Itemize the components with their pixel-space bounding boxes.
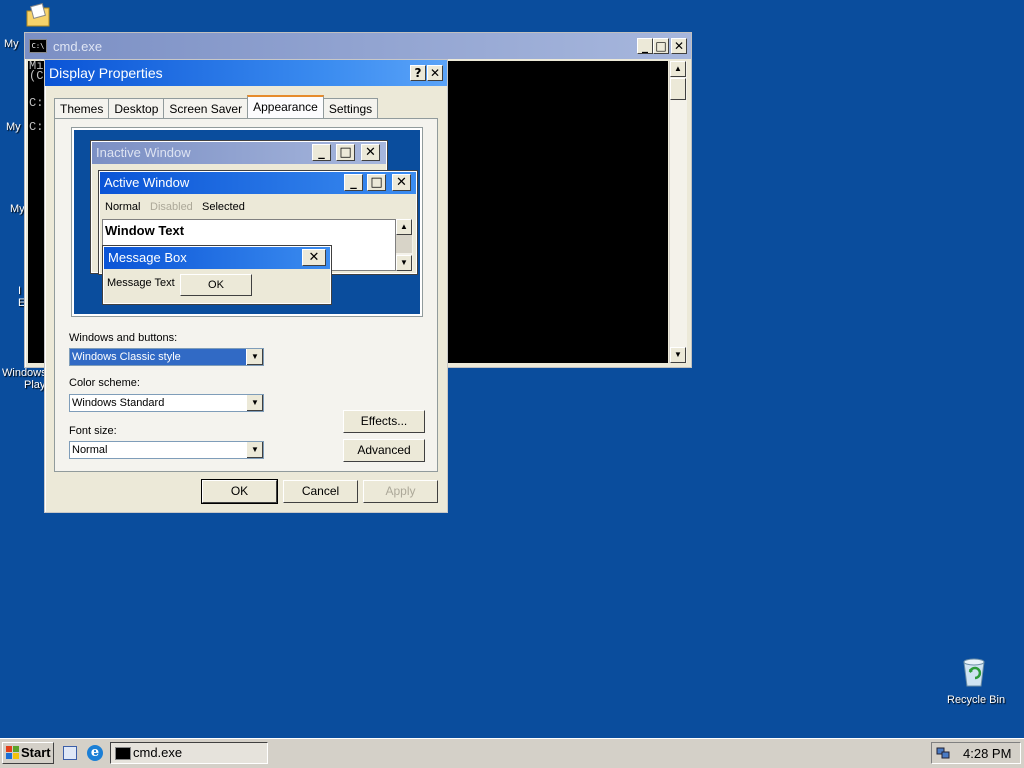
tab-settings[interactable]: Settings (322, 98, 379, 118)
desktop-icon-label[interactable]: My (4, 38, 19, 50)
tab-desktop[interactable]: Desktop (108, 98, 165, 118)
advanced-button[interactable]: Advanced (343, 439, 425, 462)
maximize-icon: □ (336, 144, 355, 161)
network-icon[interactable] (936, 746, 950, 760)
minimize-icon: _ (344, 174, 363, 191)
color-scheme-value: Windows Standard (72, 397, 165, 409)
cmd-title: cmd.exe (53, 38, 103, 54)
maximize-button[interactable]: □ (653, 38, 669, 54)
cmd-titlebar[interactable]: C:\ cmd.exe (25, 33, 691, 59)
preview-menu-disabled: Disabled (150, 201, 193, 213)
dialog-title: Display Properties (49, 65, 163, 81)
close-icon: ✕ (392, 174, 411, 191)
taskbar-button-label: cmd.exe (133, 745, 183, 760)
console-line: C: (29, 120, 44, 134)
appearance-panel: Inactive Window _ □ ✕ Active Window _ □ … (54, 118, 438, 472)
console-line: C: (29, 96, 44, 110)
tab-themes[interactable]: Themes (54, 98, 110, 118)
effects-button[interactable]: Effects... (343, 410, 425, 433)
scroll-up-button[interactable]: ▲ (670, 61, 686, 77)
recycle-bin-icon[interactable] (958, 656, 990, 688)
windows-buttons-value: Windows Classic style (72, 351, 181, 363)
show-desktop-icon[interactable] (63, 746, 77, 760)
start-button[interactable]: Start (2, 742, 54, 764)
chevron-down-icon[interactable]: ▼ (246, 442, 263, 458)
scroll-thumb (396, 235, 412, 253)
desktop-icon-label[interactable]: Play (24, 379, 45, 391)
system-tray: 4:28 PM (931, 742, 1021, 764)
font-size-select[interactable]: Normal ▼ (69, 441, 264, 459)
vertical-scrollbar[interactable]: ▲ ▼ (669, 61, 687, 363)
my-documents-icon[interactable] (24, 2, 52, 30)
scroll-down-icon: ▼ (396, 255, 412, 271)
preview-window-text: Window Text (105, 223, 185, 238)
tab-strip: Themes Desktop Screen Saver Appearance S… (54, 95, 379, 118)
preview-message-box: Message Box ✕ Message Text OK (102, 245, 332, 305)
display-properties-dialog[interactable]: Display Properties ? ✕ Themes Desktop Sc… (44, 59, 448, 513)
scroll-thumb[interactable] (670, 78, 686, 100)
desktop-icon-label[interactable]: Windows (2, 367, 47, 379)
taskbar: Start e cmd.exe 4:28 PM (0, 738, 1024, 768)
close-icon: ✕ (361, 144, 380, 161)
font-size-value: Normal (72, 444, 108, 456)
clock[interactable]: 4:28 PM (963, 746, 1011, 761)
preview-menu-selected: Selected (202, 201, 245, 213)
windows-buttons-label: Windows and buttons: (69, 332, 178, 344)
dialog-titlebar[interactable]: Display Properties (45, 60, 447, 86)
console-icon: C:\ (29, 39, 47, 53)
ok-button[interactable]: OK (201, 479, 278, 504)
tab-screen-saver[interactable]: Screen Saver (163, 98, 249, 118)
preview-msgbox-text: Message Text (107, 277, 175, 289)
desktop-icon-label[interactable]: My (6, 121, 21, 133)
appearance-preview[interactable]: Inactive Window _ □ ✕ Active Window _ □ … (71, 127, 423, 317)
close-icon: ✕ (302, 249, 326, 266)
close-button[interactable]: ✕ (427, 65, 443, 81)
minimize-icon: _ (312, 144, 331, 161)
internet-explorer-icon[interactable]: e (87, 745, 103, 761)
scroll-up-icon: ▲ (396, 219, 412, 235)
preview-scrollbar: ▲ ▼ (396, 219, 413, 271)
chevron-down-icon[interactable]: ▼ (246, 395, 263, 411)
recycle-bin-label[interactable]: Recycle Bin (947, 694, 1005, 706)
desktop-icon-label[interactable]: My (10, 203, 25, 215)
windows-buttons-select[interactable]: Windows Classic style ▼ (69, 348, 264, 366)
desktop-icon-label[interactable]: I (18, 285, 21, 297)
windows-logo-icon (6, 746, 20, 760)
maximize-icon: □ (367, 174, 386, 191)
tab-appearance[interactable]: Appearance (247, 95, 324, 118)
scroll-down-button[interactable]: ▼ (670, 347, 686, 363)
start-label: Start (21, 745, 51, 760)
color-scheme-label: Color scheme: (69, 377, 140, 389)
chevron-down-icon[interactable]: ▼ (246, 349, 263, 365)
minimize-button[interactable]: _ (637, 38, 653, 54)
preview-ok-button: OK (180, 274, 252, 296)
apply-button[interactable]: Apply (363, 480, 438, 503)
preview-menu-normal: Normal (105, 201, 141, 213)
console-icon (115, 747, 131, 760)
taskbar-button-cmd[interactable]: cmd.exe (110, 742, 268, 764)
close-button[interactable]: ✕ (671, 38, 687, 54)
help-button[interactable]: ? (410, 65, 426, 81)
cancel-button[interactable]: Cancel (283, 480, 358, 503)
console-line: (C (29, 69, 44, 83)
preview-msgbox-title: Message Box (104, 247, 330, 269)
font-size-label: Font size: (69, 425, 117, 437)
color-scheme-select[interactable]: Windows Standard ▼ (69, 394, 264, 412)
